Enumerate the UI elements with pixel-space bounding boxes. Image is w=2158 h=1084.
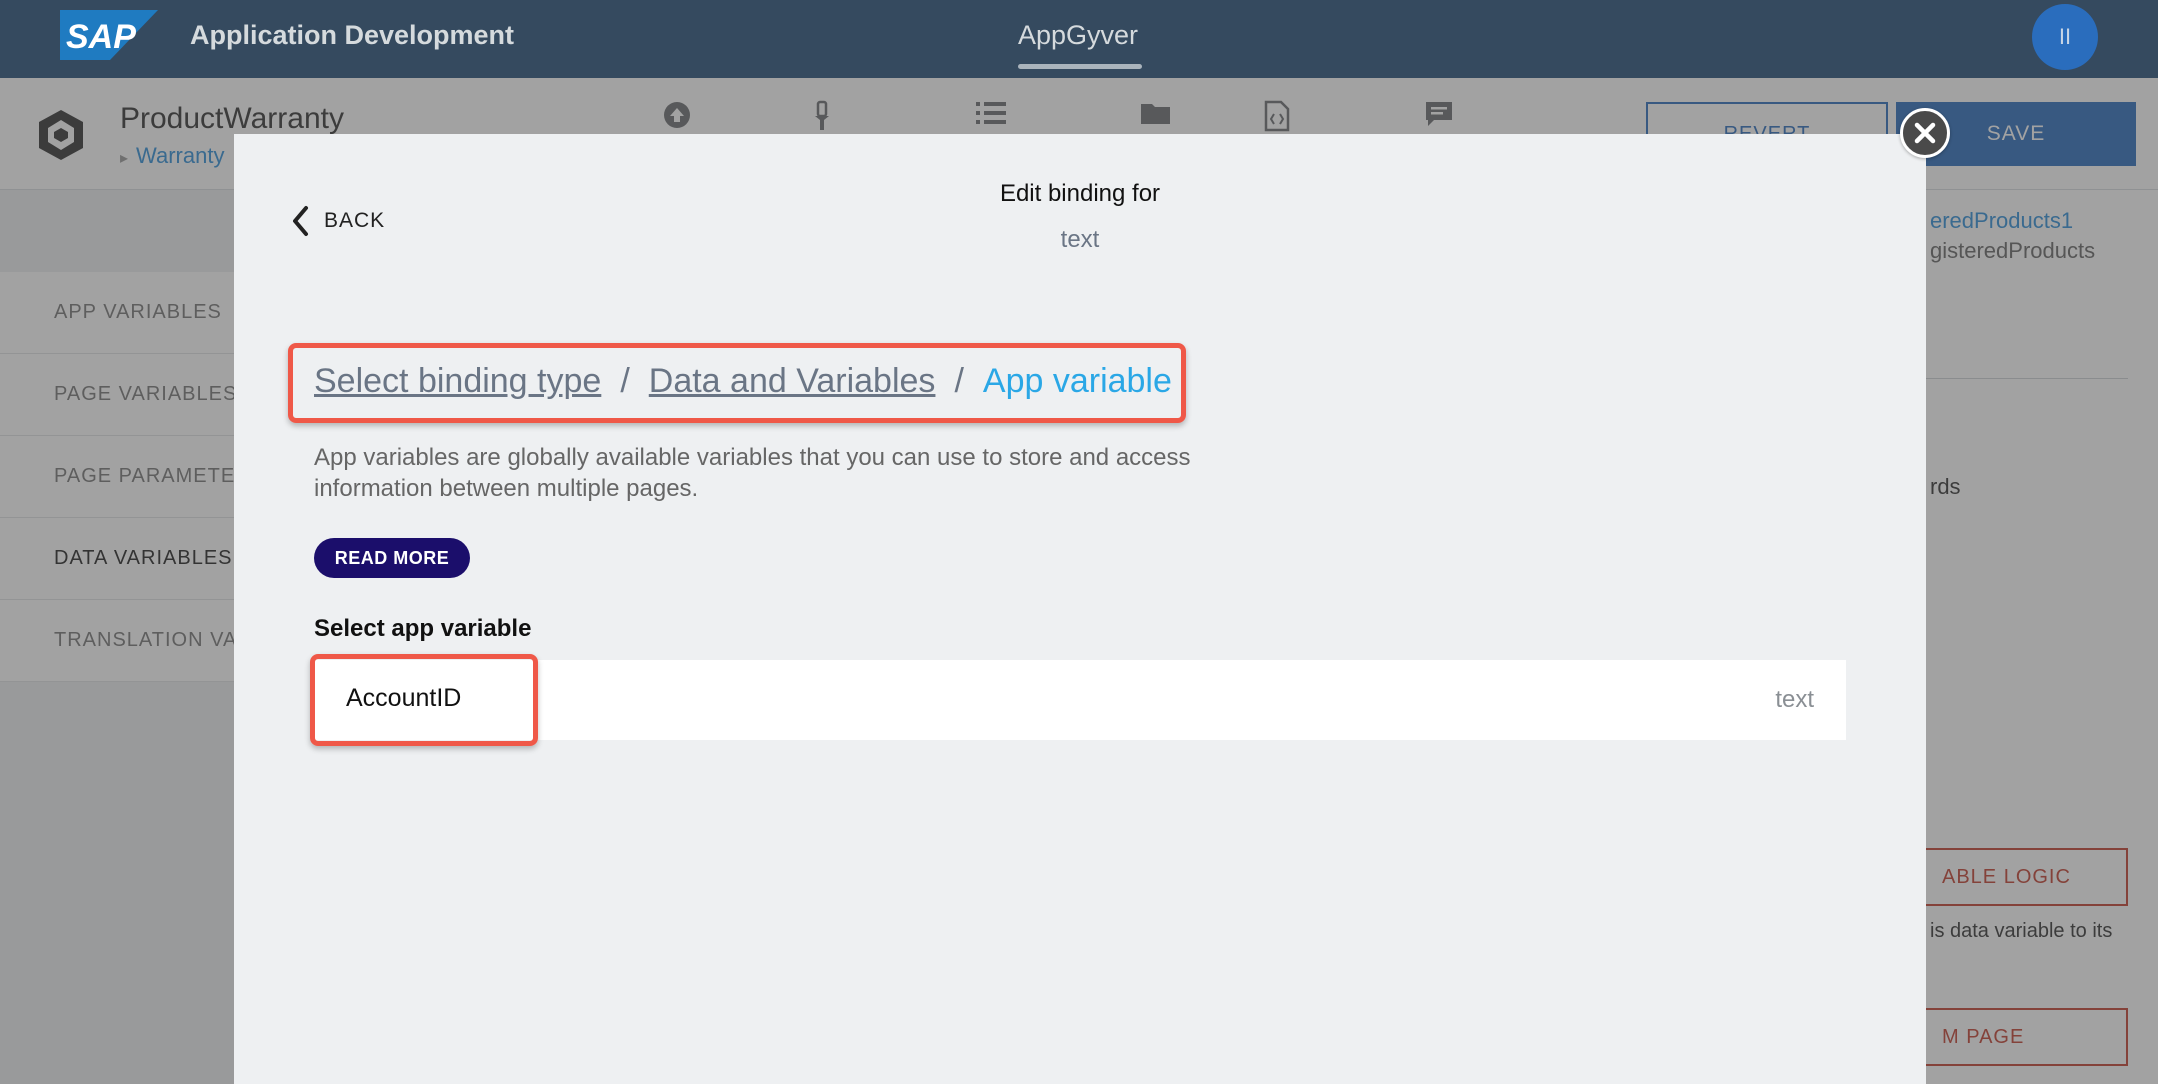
- edit-binding-dialog: BACK Edit binding for text Select bindin…: [234, 134, 1926, 1084]
- shell-bar: SAP Application Development AppGyver II: [0, 0, 2158, 78]
- svg-text:SAP: SAP: [66, 18, 136, 56]
- tab-appgyver[interactable]: AppGyver: [1018, 20, 1138, 51]
- sap-logo: SAP: [60, 10, 158, 60]
- variable-highlight-box: [310, 654, 538, 746]
- variable-row[interactable]: AccountID text: [314, 660, 1846, 740]
- breadcrumb-highlight-box: [288, 343, 1186, 423]
- description-text: App variables are globally available var…: [314, 444, 1191, 502]
- close-icon: [1914, 122, 1936, 144]
- active-tab-indicator: [1018, 64, 1142, 69]
- read-more-button[interactable]: READ MORE: [314, 538, 470, 578]
- variable-type: text: [1775, 686, 1814, 713]
- dialog-subtitle: text: [1060, 226, 1100, 253]
- shell-title: Application Development: [190, 20, 515, 50]
- select-variable-heading: Select app variable: [314, 615, 532, 642]
- user-avatar[interactable]: II: [2032, 4, 2098, 70]
- dialog-title: Edit binding for: [999, 180, 1161, 207]
- close-dialog-button[interactable]: [1900, 108, 1950, 158]
